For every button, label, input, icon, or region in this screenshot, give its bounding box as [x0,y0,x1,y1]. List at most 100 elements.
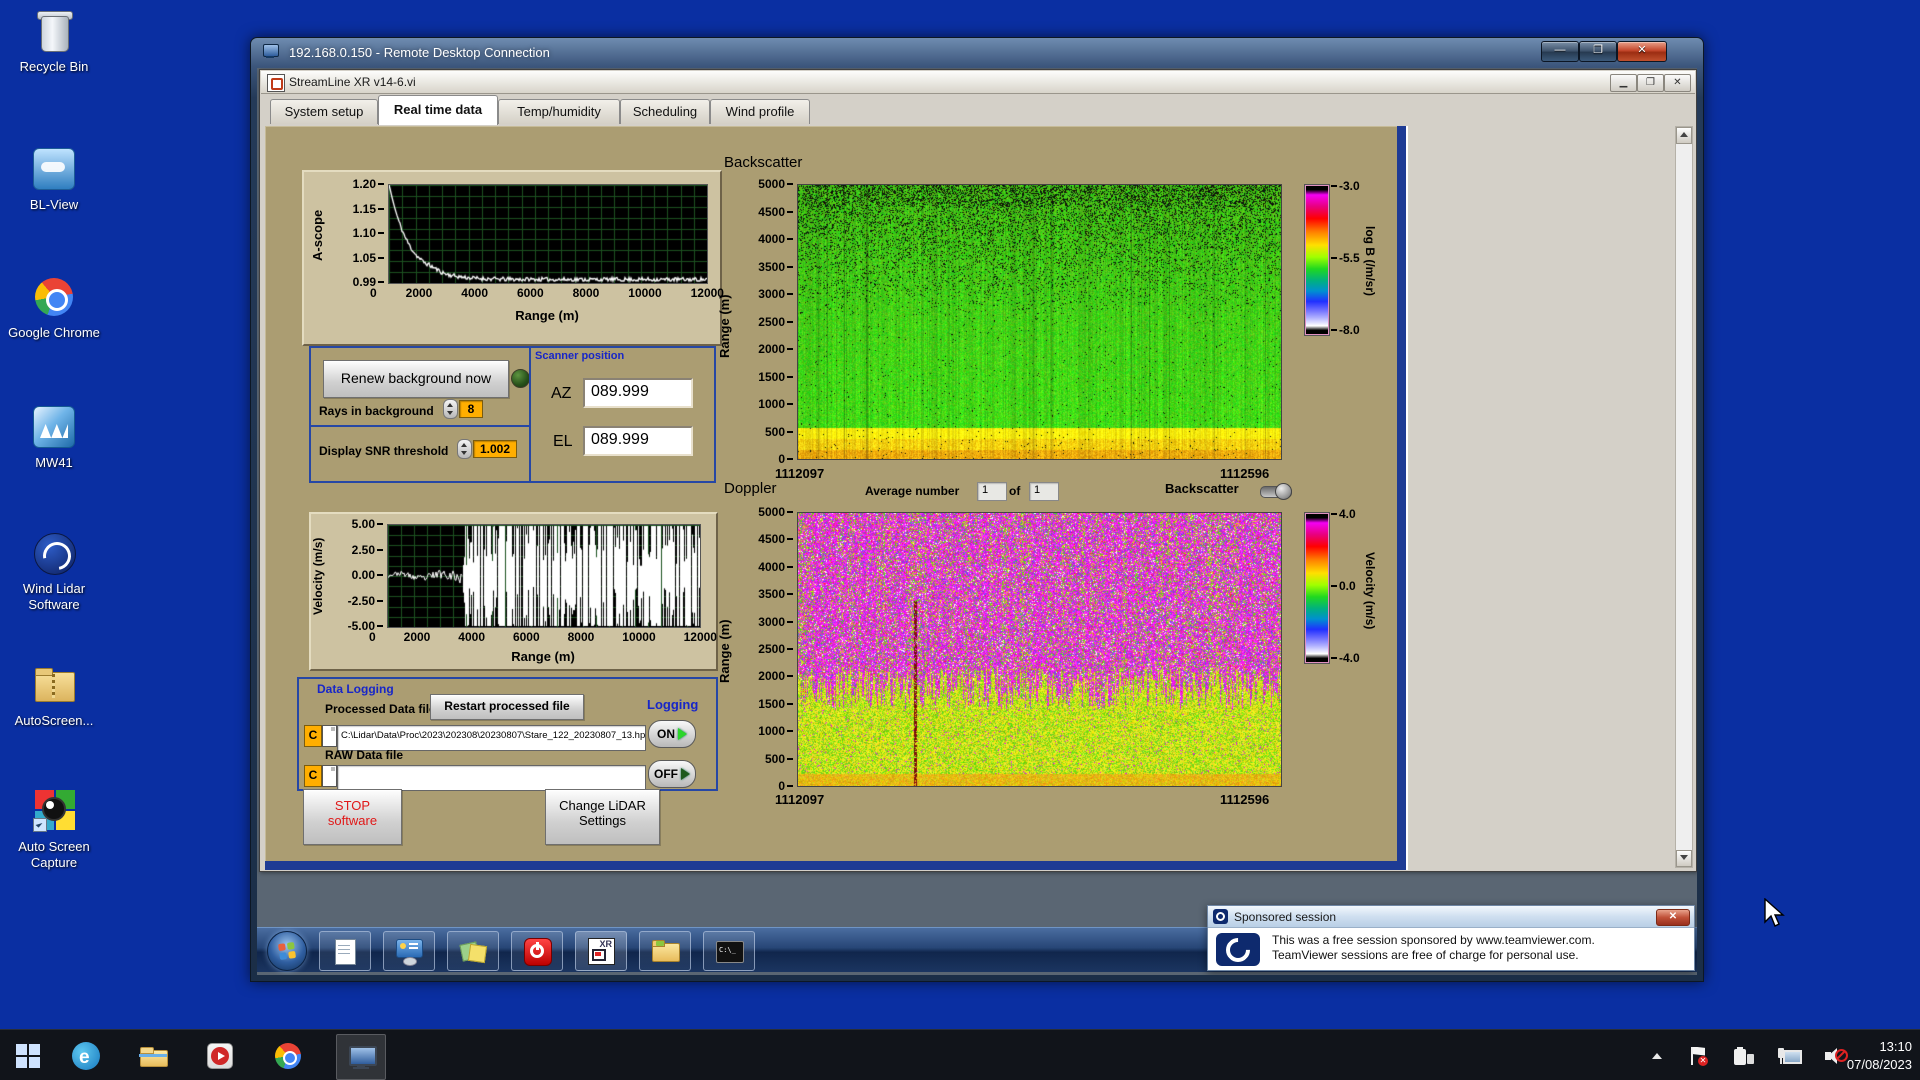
host-taskbar-media-player[interactable] [200,1038,240,1074]
sl-minimize-button[interactable]: ▁ [1610,74,1637,92]
change-lidar-settings-button[interactable]: Change LiDAR Settings [545,789,660,845]
doppler-colorbar [1304,512,1330,664]
tray-battery[interactable] [1732,1030,1754,1080]
scroll-down-icon[interactable] [1676,850,1692,867]
doppler-time-end: 1112596 [1220,792,1270,807]
flag-icon: ✕ [1688,1046,1708,1066]
snr-threshold-label: Display SNR threshold [319,444,449,458]
tab-system-setup[interactable]: System setup [270,99,378,124]
sl-close-button[interactable]: ✕ [1664,74,1691,92]
backscatter-toggle-knob[interactable] [1275,483,1292,500]
streamline-window: StreamLine XR v14-6.vi ▁ ❐ ✕ System setu… [259,69,1697,872]
desktop-icon-autoscreen-folder[interactable]: AutoScreen... [2,662,106,729]
rdp-close-button[interactable]: ✕ [1617,41,1667,62]
ascope-chart: 1.20 1.15 1.10 1.05 0.99 A-scope 0 2000 4000 60… [302,170,724,346]
processed-drive-selector[interactable]: C [304,725,322,747]
velocity-y-ticks: 5.00 2.50 0.00 -2.50 -5.00 [335,517,383,633]
remote-taskbar-cmd[interactable]: C:\_ [703,931,755,971]
host-taskbar-chrome[interactable] [268,1038,308,1074]
on-led-icon [678,728,687,740]
streamline-titlebar[interactable]: StreamLine XR v14-6.vi ▁ ❐ ✕ [261,71,1695,94]
az-value-field[interactable]: 089.999 [583,378,693,408]
streamline-xr-icon: XR [587,937,615,965]
desktop-icon-wind-lidar[interactable]: Wind Lidar Software [2,530,106,614]
velocity-plot-area [387,524,701,628]
tab-real-time-data[interactable]: Real time data [378,95,498,125]
el-value-field[interactable]: 089.999 [583,426,693,456]
rays-value-field[interactable]: 8 [459,400,483,418]
average-count-field[interactable]: 1 [1029,482,1059,501]
vertical-scrollbar[interactable] [1675,126,1693,868]
scanner-position-box: Scanner position AZ 089.999 EL 089.999 [529,346,716,483]
snr-value-field[interactable]: 1.002 [473,440,517,458]
speaker-muted-icon [1824,1046,1848,1066]
az-label: AZ [551,385,572,402]
desktop-icon-mw41[interactable]: MW41 [2,404,106,471]
raw-drive-selector[interactable]: C [304,765,322,787]
sl-maximize-button[interactable]: ❐ [1637,74,1664,92]
backscatter-colorbar [1304,184,1330,336]
velocity-x-axis-label: Range (m) [511,649,575,664]
host-taskbar-edge[interactable]: e [66,1038,106,1074]
remote-taskbar-notepad[interactable] [319,931,371,971]
rdp-minimize-button[interactable]: — [1541,41,1579,62]
remote-taskbar-streamline-xr[interactable]: XR [575,931,627,971]
doppler-y-ticks: 5000 4500 4000 3500 3000 2500 2000 1500 1000 500 0 [743,505,793,793]
teamviewer-logo [1216,933,1260,966]
restart-processed-file-button[interactable]: Restart processed file [430,694,584,720]
desktop-icon-bl-view[interactable]: BL-View [2,146,106,213]
snr-spinner[interactable] [457,439,472,459]
rays-spinner[interactable] [443,399,458,419]
desktop-icon-auto-screen-capture[interactable]: Auto Screen Capture [2,788,106,872]
labview-vi-icon [267,74,285,92]
doppler-y-label: Range (m) [717,619,732,683]
tray-network[interactable] [1778,1030,1802,1080]
off-led-icon [681,768,690,780]
remote-taskbar-explorer[interactable] [639,931,691,971]
remote-start-button[interactable] [267,931,307,971]
remote-desktop: StreamLine XR v14-6.vi ▁ ❐ ✕ System setu… [257,68,1697,975]
raw-path-field[interactable] [337,765,646,791]
power-icon [523,937,552,966]
doppler-heatmap [797,512,1282,787]
remote-taskbar-shutdown-tool[interactable] [511,931,563,971]
scroll-up-icon[interactable] [1676,127,1692,144]
tray-chevron[interactable] [1652,1030,1662,1080]
remote-taskbar-display-settings[interactable] [383,931,435,971]
rdp-titlebar[interactable]: 192.168.0.150 - Remote Desktop Connectio… [251,38,1703,68]
backscatter-heatmap [797,184,1282,460]
raw-logging-off-switch[interactable]: OFF [648,760,696,788]
windows-logo-icon [16,1044,40,1068]
ascope-plot-area [388,184,708,284]
rdp-maximize-button[interactable]: ❐ [1579,41,1617,62]
host-start-button[interactable] [8,1038,48,1074]
chrome-taskbar-icon [274,1042,302,1070]
host-taskbar-explorer[interactable] [133,1038,173,1074]
teamviewer-close-button[interactable]: ✕ [1656,909,1690,926]
file-icon [322,765,337,787]
raw-data-file-label: RAW Data file [325,748,404,762]
tab-temp-humidity[interactable]: Temp/humidity [498,99,620,124]
tab-scheduling[interactable]: Scheduling [620,99,710,124]
divider [311,425,529,427]
desktop-icon-google-chrome[interactable]: Google Chrome [2,274,106,341]
tab-wind-profile[interactable]: Wind profile [710,99,810,124]
velocity-x-ticks: 0 2000 4000 6000 8000 10000 12000 [369,630,717,644]
data-logging-box: Data Logging Processed Data file Restart… [297,677,718,791]
command-prompt-icon: C:\_ [715,937,744,965]
renew-background-button[interactable]: Renew background now [323,360,509,398]
remote-taskbar-sticky-notes[interactable] [447,931,499,971]
desktop-icon-recycle-bin[interactable]: Recycle Bin [2,8,106,75]
tray-volume-muted[interactable] [1824,1030,1848,1080]
stop-software-button[interactable]: STOP software [303,789,402,845]
media-player-icon [206,1042,234,1070]
doppler-colorbar-label: Velocity (m/s) [1363,552,1377,630]
average-number-field[interactable]: 1 [977,482,1007,501]
ascope-y-ticks: 1.20 1.15 1.10 1.05 0.99 [334,177,384,289]
taskbar-clock[interactable]: 13:10 07/08/2023 [1847,1038,1912,1073]
zip-folder-icon [31,662,77,708]
tray-action-center[interactable]: ✕ [1688,1030,1708,1080]
processed-logging-on-switch[interactable]: ON [648,720,696,748]
notepad-icon [331,937,359,965]
host-taskbar-rdp-active[interactable] [336,1034,386,1080]
